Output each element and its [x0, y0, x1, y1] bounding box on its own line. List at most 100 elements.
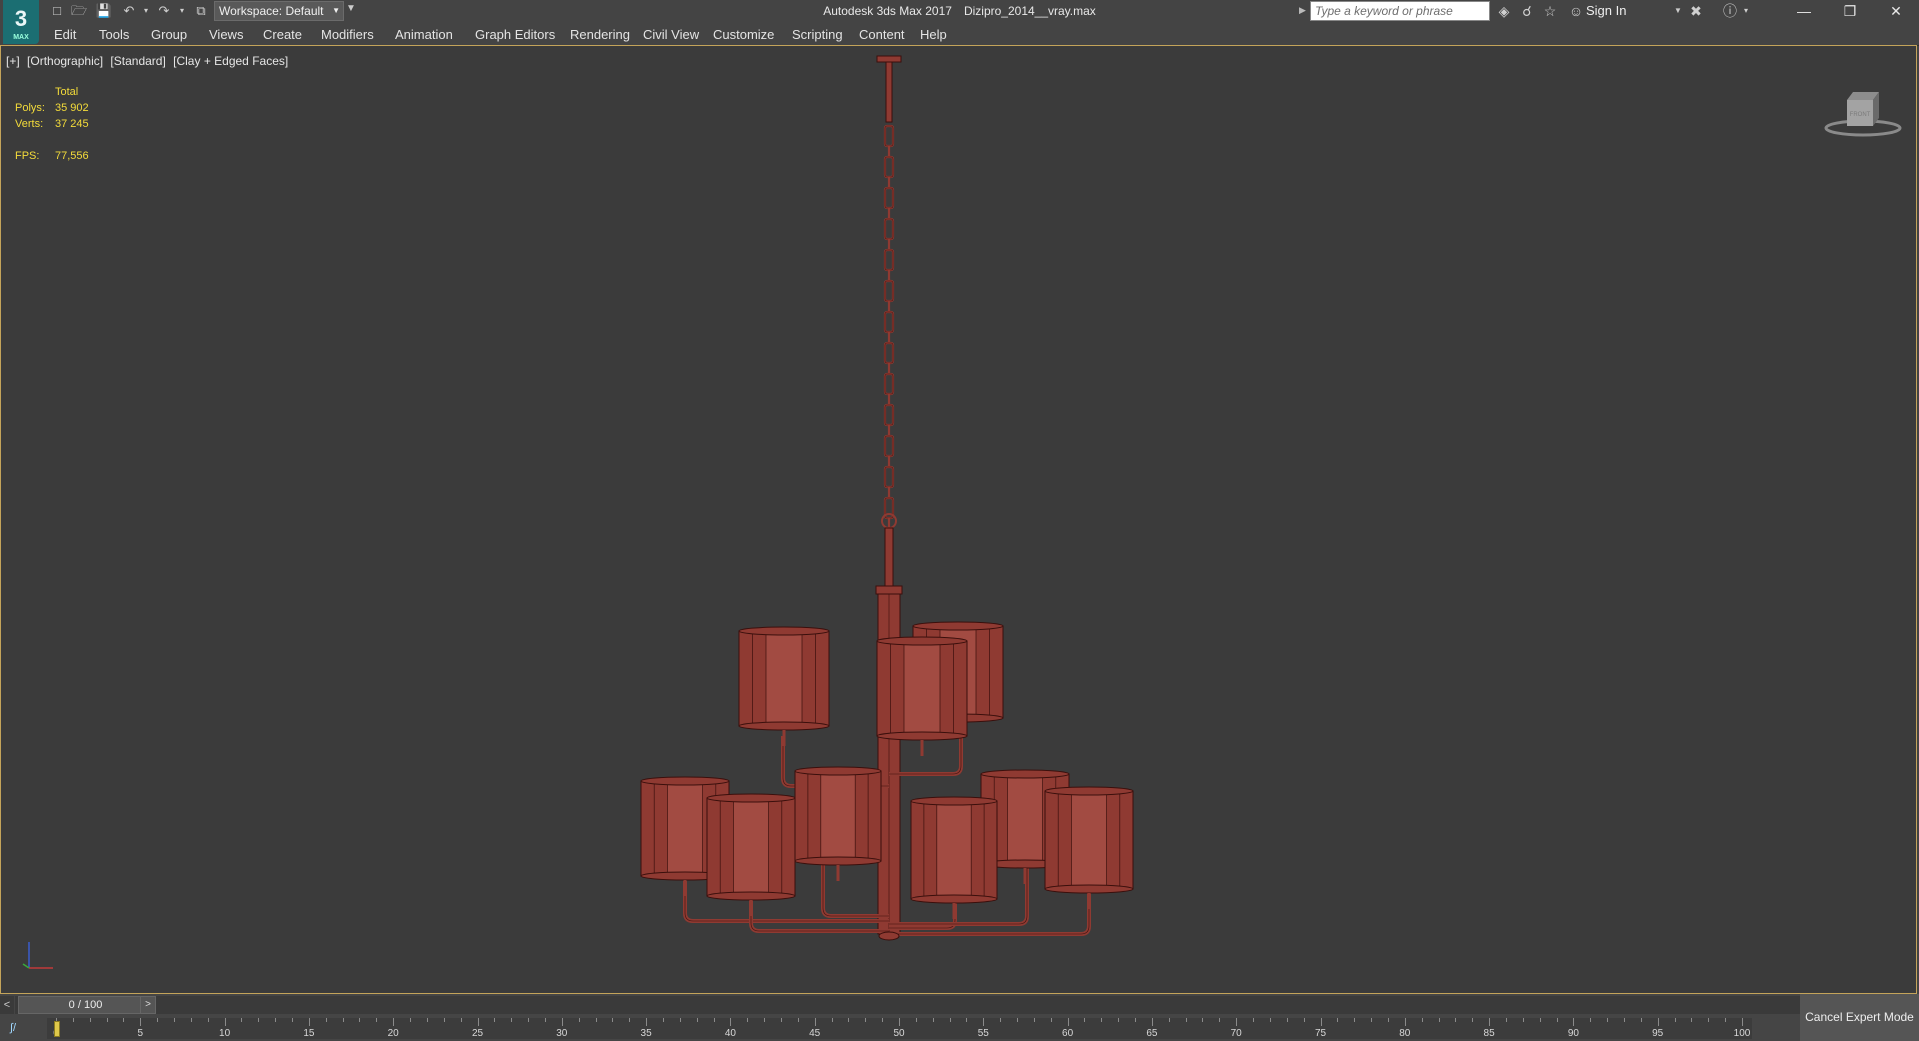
menu-scripting[interactable]: Scripting: [792, 27, 843, 42]
menu-animation[interactable]: Animation: [395, 27, 453, 42]
frame-tick: [342, 1018, 344, 1022]
frame-tick: [1371, 1018, 1373, 1022]
time-slider-prev-button[interactable]: <: [0, 996, 14, 1014]
redo-icon[interactable]: ↷: [155, 3, 173, 19]
minimize-button[interactable]: —: [1781, 0, 1827, 23]
search-expand-icon[interactable]: ▶: [1299, 5, 1306, 16]
shade-highlight: [1071, 793, 1107, 887]
sign-in-button[interactable]: Sign In: [1586, 3, 1626, 18]
menu-modifiers[interactable]: Modifiers: [321, 27, 374, 42]
frame-tick: [1539, 1018, 1541, 1022]
menu-help[interactable]: Help: [920, 27, 947, 42]
current-frame-marker[interactable]: [54, 1021, 60, 1037]
menu-tools[interactable]: Tools: [99, 27, 129, 42]
frame-tick: [1168, 1018, 1170, 1022]
workspace-label: Workspace: Default: [219, 4, 324, 18]
frame-tick: [1505, 1018, 1507, 1022]
menu-edit[interactable]: Edit: [54, 27, 76, 42]
frame-tick: [1236, 1018, 1238, 1026]
open-file-icon[interactable]: 🗁: [70, 3, 88, 19]
curve-editor-toggle-icon[interactable]: ∫/: [10, 1022, 16, 1034]
viewport-label[interactable]: [+] [Orthographic] [Standard] [Clay + Ed…: [6, 54, 292, 68]
frame-tick: [1742, 1018, 1743, 1026]
restore-button[interactable]: ❐: [1827, 0, 1873, 23]
frame-tick: [1286, 1018, 1288, 1022]
frame-tick: [1017, 1018, 1019, 1022]
undo-icon[interactable]: ↶: [120, 3, 138, 19]
undo-dropdown-icon[interactable]: ▾: [137, 3, 155, 19]
frame-tick: [1050, 1018, 1052, 1022]
frame-tick: [89, 1018, 91, 1022]
frame-tick: [966, 1018, 968, 1022]
frame-tick: [646, 1018, 648, 1026]
app-logo[interactable]: 3 MAX: [3, 0, 39, 44]
frame-tick: [157, 1018, 159, 1022]
frame-tick: [410, 1018, 412, 1022]
viewport-front[interactable]: [+] [Orthographic] [Standard] [Clay + Ed…: [0, 45, 1917, 994]
viewport-general-menu[interactable]: [+]: [6, 54, 20, 68]
menu-create[interactable]: Create: [263, 27, 302, 42]
new-file-icon[interactable]: □: [48, 3, 66, 19]
menu-civil-view[interactable]: Civil View: [643, 27, 699, 42]
time-slider-next-button[interactable]: >: [140, 996, 156, 1014]
binoculars-icon[interactable]: ◈: [1494, 3, 1514, 19]
time-slider-thumb[interactable]: 0 / 100: [18, 996, 153, 1014]
frame-tick: [747, 1018, 749, 1022]
shade-highlight: [766, 633, 802, 724]
customize-qat-icon[interactable]: ▼: [346, 3, 356, 14]
menu-graph-editors[interactable]: Graph Editors: [475, 27, 555, 42]
frame-tick: [1708, 1018, 1710, 1022]
frame-tick: [1725, 1018, 1727, 1022]
frame-tick: [308, 1018, 310, 1026]
viewport-visual-style[interactable]: [Clay + Edged Faces]: [173, 54, 288, 68]
chain-link-edge: [884, 311, 894, 333]
polys-label: Polys:: [15, 102, 45, 114]
exchange-apps-icon[interactable]: ✖: [1686, 3, 1706, 19]
axis-tripod-icon: [22, 942, 53, 969]
menu-views[interactable]: Views: [209, 27, 243, 42]
save-icon[interactable]: 💾: [95, 3, 113, 19]
frame-tick: [1101, 1018, 1103, 1022]
menu-group[interactable]: Group: [151, 27, 187, 42]
verts-value: 37 245: [55, 118, 89, 130]
time-slider-track[interactable]: [15, 996, 1801, 1014]
project-folder-icon[interactable]: ⧉: [192, 3, 210, 19]
viewport-shading-standard[interactable]: [Standard]: [110, 54, 165, 68]
communication-center-icon[interactable]: ☌: [1517, 3, 1537, 19]
chain-link: [883, 403, 895, 427]
frame-tick: [1185, 1018, 1187, 1022]
viewcube[interactable]: FRONT: [1823, 84, 1903, 144]
fps-value: 77,556: [55, 150, 89, 162]
chain-link: [883, 310, 895, 334]
frame-tick: [1472, 1018, 1474, 1022]
frame-tick: [72, 1018, 74, 1022]
menu-customize[interactable]: Customize: [713, 27, 774, 42]
menu-rendering[interactable]: Rendering: [570, 27, 630, 42]
cancel-expert-mode-button[interactable]: Cancel Expert Mode: [1800, 994, 1919, 1041]
close-button[interactable]: ✕: [1873, 0, 1919, 23]
sign-in-dropdown-icon[interactable]: ▼: [1674, 6, 1682, 15]
frame-tick: [528, 1018, 530, 1022]
lower-arm-left-edge: [750, 896, 889, 932]
frame-tick: [224, 1018, 226, 1026]
lower-shade-back-left: [794, 766, 882, 881]
viewport-pov-menu[interactable]: [Orthographic]: [27, 54, 103, 68]
shade-bottom-rim: [738, 721, 830, 731]
frame-tick: [629, 1018, 631, 1022]
help-dropdown-icon[interactable]: ▾: [1736, 3, 1756, 19]
chandelier-model[interactable]: [611, 46, 1171, 946]
frame-tick: [1489, 1018, 1491, 1026]
frame-tick: [595, 1018, 597, 1022]
menu-content[interactable]: Content: [859, 27, 905, 42]
workspace-dropdown[interactable]: Workspace: Default ▼: [214, 1, 344, 21]
title-bar: 3 MAX □ 🗁 💾 ↶ ▾ ↷ ▾ ⧉ Workspace: Default …: [0, 0, 1919, 44]
favorites-star-icon[interactable]: ☆: [1540, 3, 1560, 19]
search-input[interactable]: [1310, 1, 1490, 21]
frame-tick: [1219, 1018, 1221, 1022]
frame-tick-label: 65: [1146, 1028, 1158, 1039]
chain-link: [883, 341, 895, 365]
upper-shade-front: [876, 636, 968, 756]
shade-highlight: [667, 783, 703, 874]
redo-dropdown-icon[interactable]: ▾: [173, 3, 191, 19]
frame-tick-label: 20: [387, 1028, 399, 1039]
